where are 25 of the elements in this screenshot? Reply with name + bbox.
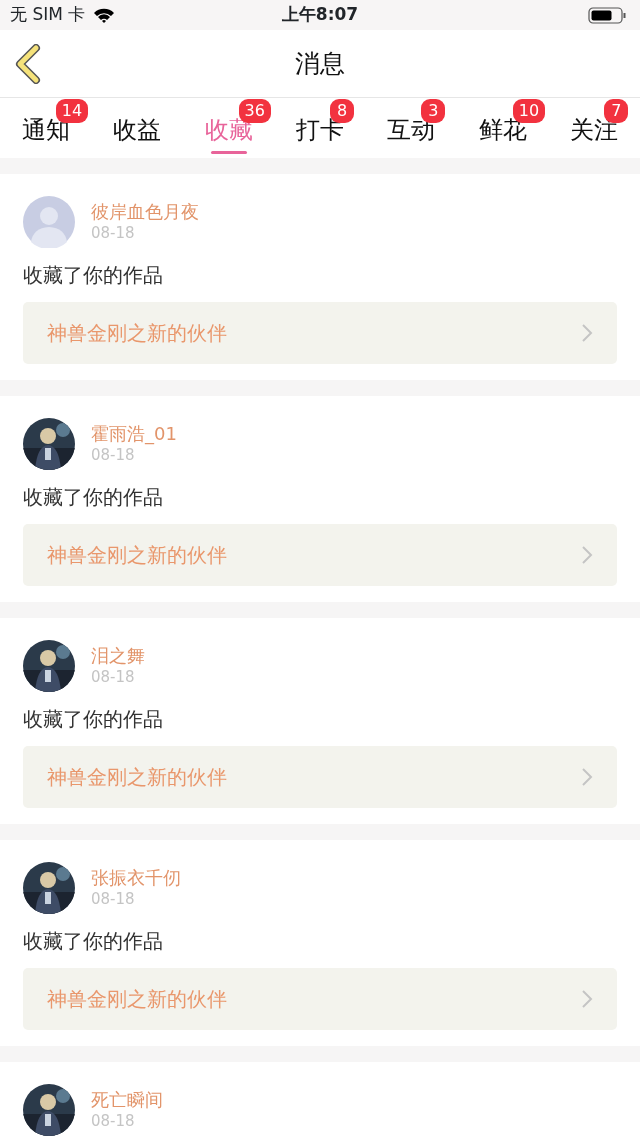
- user-name[interactable]: 泪之舞: [91, 645, 145, 667]
- work-link[interactable]: 神兽金刚之新的伙伴: [23, 968, 617, 1030]
- carrier-text: 无 SIM 卡: [10, 3, 86, 27]
- date-text: 08-18: [91, 223, 136, 243]
- work-link[interactable]: 神兽金刚之新的伙伴: [23, 746, 617, 808]
- work-link[interactable]: 神兽金刚之新的伙伴: [23, 524, 617, 586]
- user-name[interactable]: 张振衣千仞: [91, 867, 181, 889]
- work-link[interactable]: 神兽金刚之新的伙伴: [23, 302, 617, 364]
- page-title: 消息: [295, 47, 345, 80]
- count-badge: 14: [55, 99, 89, 123]
- time-text: 上午8:07: [281, 3, 359, 27]
- date-text: 08-18: [91, 445, 136, 465]
- tab[interactable]: 互动 3: [365, 98, 458, 158]
- user-name[interactable]: 死亡瞬间: [91, 1089, 163, 1111]
- tab[interactable]: 通知 14: [0, 98, 92, 158]
- message-text: 收藏了你的作品: [23, 262, 164, 289]
- date-text: 08-18: [91, 1111, 136, 1131]
- message-text: 收藏了你的作品: [23, 706, 164, 733]
- message-text: 收藏了你的作品: [23, 928, 164, 955]
- message-text: 收藏了你的作品: [23, 484, 164, 511]
- tab[interactable]: 收益: [91, 98, 183, 158]
- user-name[interactable]: 霍雨浩_01: [91, 423, 177, 445]
- date-text: 08-18: [91, 667, 136, 687]
- date-text: 08-18: [91, 889, 136, 909]
- user-name[interactable]: 彼岸血色月夜: [91, 201, 199, 223]
